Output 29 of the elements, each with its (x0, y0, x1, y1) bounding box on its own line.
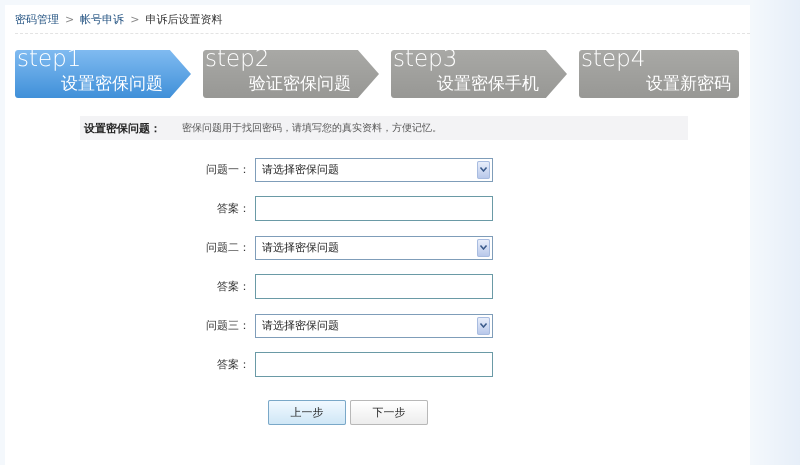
breadcrumb-current: 申诉后设置资料 (145, 12, 222, 26)
field-label: 问题一： (205, 162, 251, 177)
breadcrumb-separator: > (130, 12, 140, 26)
step-number: step4 (581, 46, 646, 72)
breadcrumb-link[interactable]: 密码管理 (15, 12, 59, 26)
dropdown-field[interactable]: 请选择密保问题 (255, 314, 493, 338)
step-number: step1 (17, 46, 82, 72)
field-label: 答案： (216, 357, 251, 372)
answer-field[interactable] (255, 352, 493, 377)
breadcrumb-link[interactable]: 帐号申诉 (80, 12, 124, 26)
step-number: step3 (393, 46, 458, 72)
next-button[interactable]: 下一步 (350, 400, 428, 425)
field-label: 答案： (216, 201, 251, 216)
step-number: step2 (205, 46, 270, 72)
breadcrumb-separator: > (65, 12, 74, 26)
info-text: 密保问题用于找回密码，请填写您的真实资料，方便记忆。 (182, 122, 442, 135)
step-label: 设置密保问题 (61, 73, 163, 95)
answer-field[interactable] (255, 274, 493, 299)
step-label: 设置密保手机 (437, 73, 539, 95)
answer-field[interactable] (255, 196, 493, 221)
dropdown-field[interactable]: 请选择密保问题 (255, 236, 493, 260)
step-label: 验证密保问题 (249, 73, 351, 95)
step-label: 设置新密码 (646, 73, 731, 95)
dropdown-field[interactable]: 请选择密保问题 (255, 158, 493, 182)
field-label: 答案： (216, 279, 251, 294)
info-title: 设置密保问题： (84, 120, 162, 136)
field-label: 问题三： (205, 318, 251, 333)
field-label: 问题二： (205, 240, 251, 255)
previous-button[interactable]: 上一步 (268, 400, 346, 425)
